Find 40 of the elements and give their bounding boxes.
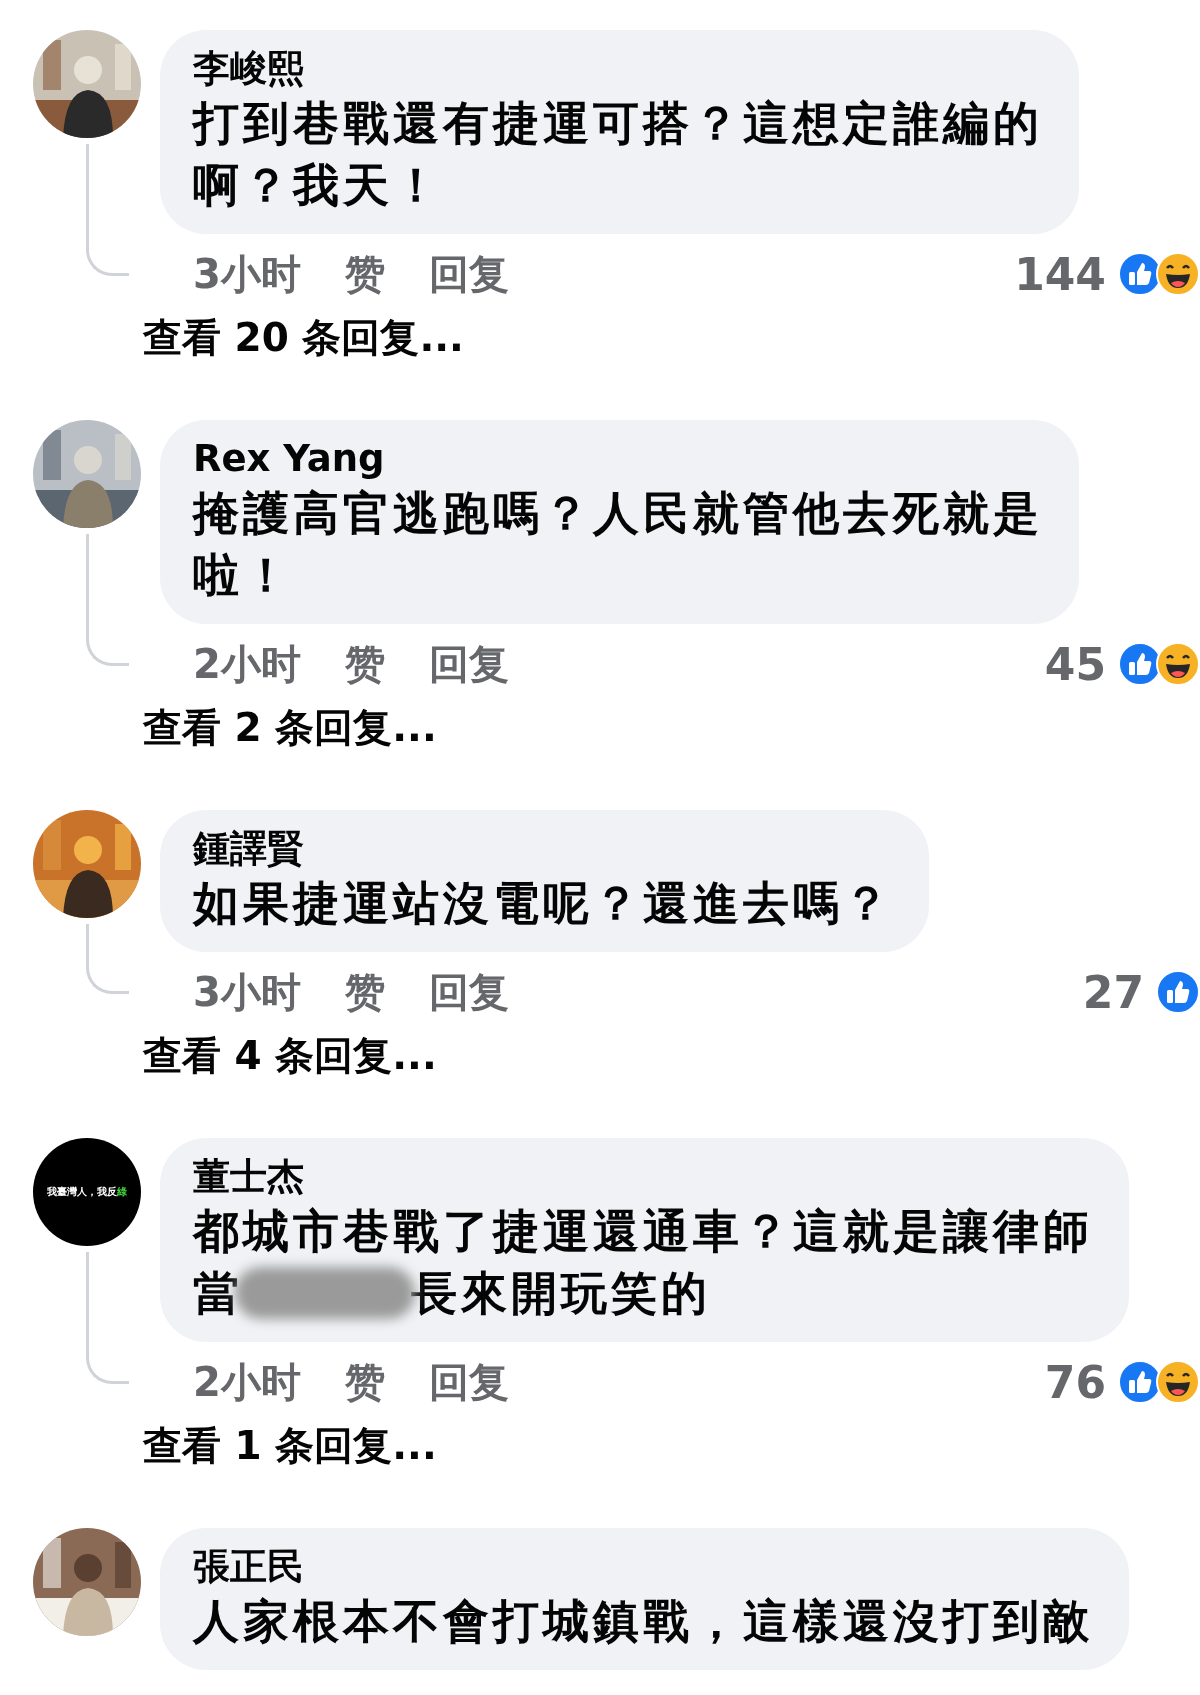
commenter-name[interactable]: Rex Yang [193, 436, 1043, 482]
laughing-face-icon [1156, 642, 1200, 686]
like-link[interactable]: 赞 [344, 964, 385, 1020]
comment-time[interactable]: 3小时 [193, 246, 301, 302]
reply-link[interactable]: 回复 [428, 636, 509, 692]
comment-text: 如果捷運站沒電呢？還進去嗎？ [193, 875, 893, 932]
comment-time[interactable]: 2小时 [193, 1354, 301, 1410]
comment-time[interactable]: 3小时 [193, 964, 301, 1020]
laughing-face-icon [1156, 252, 1200, 296]
reply-link[interactable]: 回复 [428, 1354, 509, 1410]
commenter-name[interactable]: 李峻熙 [193, 46, 1043, 92]
reaction-count[interactable]: 76 [1044, 1356, 1106, 1408]
comment-text: 人家根本不會打城鎮戰，這樣還沒打到敵 [193, 1593, 1093, 1650]
laughing-face-icon [1156, 1360, 1200, 1404]
reaction-count[interactable]: 144 [1014, 248, 1106, 300]
thread-line [86, 924, 129, 994]
reply-link[interactable]: 回复 [428, 964, 509, 1020]
reaction-count[interactable]: 45 [1044, 638, 1106, 690]
commenter-name[interactable]: 張正民 [193, 1544, 1093, 1590]
view-replies-link[interactable]: 查看 4 条回复... [143, 1026, 1200, 1086]
like-link[interactable]: 赞 [344, 1354, 385, 1410]
comment-text: 當 [193, 1265, 243, 1322]
commenter-name[interactable]: 董士杰 [193, 1154, 1093, 1200]
comment-text: 都城市巷戰了捷運還通車？這就是讓律師 [193, 1203, 1093, 1260]
reaction-count[interactable]: 27 [1082, 966, 1144, 1018]
view-replies-link[interactable]: 查看 20 条回复... [143, 308, 1200, 368]
like-link[interactable]: 赞 [344, 636, 385, 692]
like-reaction-icon [1156, 970, 1200, 1014]
comment-text: 打到巷戰還有捷運可搭？這想定誰編的 [193, 95, 1043, 152]
avatar[interactable]: 我臺灣人，我反綠 [33, 1138, 141, 1246]
view-replies-link[interactable]: 查看 2 条回复... [143, 698, 1200, 758]
comment-text: 啊？我天！ [193, 157, 443, 214]
comment-text: 啦！ [193, 547, 293, 604]
reply-link[interactable]: 回复 [428, 246, 509, 302]
like-link[interactable]: 赞 [344, 246, 385, 302]
commenter-name[interactable]: 鍾譯賢 [193, 826, 893, 872]
comment-text: 掩護高官逃跑嗎？人民就管他去死就是 [193, 485, 1043, 542]
view-replies-link[interactable]: 查看 1 条回复... [143, 1416, 1200, 1476]
comment-time[interactable]: 2小时 [193, 636, 301, 692]
comment-text: 長來開玩笑的 [411, 1265, 711, 1322]
